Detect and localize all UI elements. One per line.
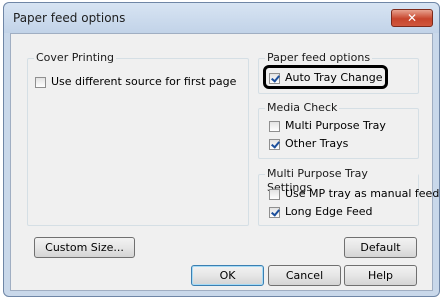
use-mp-manual-checkbox[interactable]: Use MP tray as manual feed bbox=[269, 187, 439, 201]
cover-printing-group: Cover Printing Use different source for … bbox=[27, 51, 249, 226]
use-mp-manual-label: Use MP tray as manual feed bbox=[285, 187, 440, 200]
auto-tray-change-highlight bbox=[263, 65, 388, 89]
dialog-client-area: Cover Printing Use different source for … bbox=[10, 33, 439, 291]
long-edge-feed-checkbox[interactable]: Long Edge Feed bbox=[269, 205, 373, 219]
multi-purpose-tray-checkbox[interactable]: Multi Purpose Tray bbox=[269, 119, 386, 133]
help-button[interactable]: Help bbox=[344, 265, 417, 286]
close-icon: ✕ bbox=[406, 11, 418, 25]
paper-feed-options-legend: Paper feed options bbox=[265, 51, 373, 65]
other-trays-checkbox[interactable]: Other Trays bbox=[269, 137, 348, 151]
close-button[interactable]: ✕ bbox=[391, 9, 433, 27]
cancel-button[interactable]: Cancel bbox=[268, 265, 341, 286]
default-button[interactable]: Default bbox=[344, 237, 417, 258]
media-check-group: Media Check Multi Purpose Tray Other Tra… bbox=[258, 101, 419, 159]
ok-button[interactable]: OK bbox=[191, 265, 264, 286]
multi-purpose-tray-box[interactable] bbox=[269, 120, 280, 132]
other-trays-label: Other Trays bbox=[285, 137, 349, 150]
custom-size-button[interactable]: Custom Size... bbox=[34, 237, 135, 258]
other-trays-box[interactable] bbox=[269, 138, 280, 150]
use-mp-manual-box[interactable] bbox=[269, 188, 280, 200]
use-different-source-checkbox[interactable]: Use different source for first page bbox=[35, 75, 236, 89]
title-bar[interactable]: Paper feed options ✕ bbox=[4, 3, 439, 33]
dialog-window: Paper feed options ✕ Cover Printing Use … bbox=[3, 2, 440, 297]
dialog-title: Paper feed options bbox=[13, 11, 126, 25]
mp-tray-settings-group: Multi Purpose Tray Settings Use MP tray … bbox=[258, 167, 439, 226]
cover-printing-legend: Cover Printing bbox=[34, 51, 117, 65]
long-edge-feed-label: Long Edge Feed bbox=[285, 205, 373, 218]
use-different-source-box[interactable] bbox=[35, 76, 46, 88]
long-edge-feed-box[interactable] bbox=[269, 206, 280, 218]
media-check-legend: Media Check bbox=[265, 101, 340, 115]
use-different-source-label: Use different source for first page bbox=[51, 75, 237, 88]
multi-purpose-tray-label: Multi Purpose Tray bbox=[285, 119, 386, 132]
